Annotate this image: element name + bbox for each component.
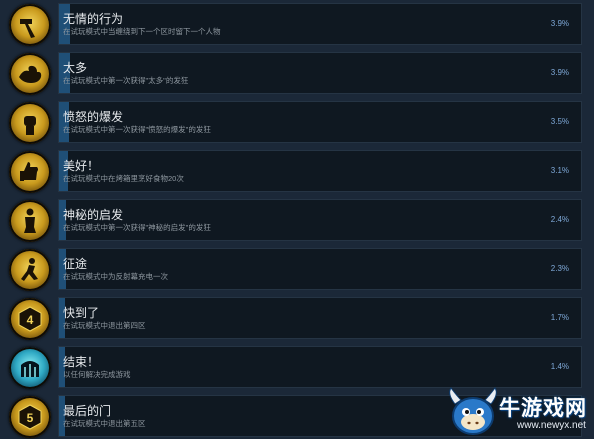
running-figure-icon — [9, 249, 51, 291]
achievement-description: 在试玩模式中第一次获得"太多"的发狂 — [63, 76, 189, 85]
achievement-description: 在试玩模式中为反射幕充电一次 — [63, 272, 168, 281]
achievement-card: 快到了 在试玩模式中退出第四区 1.7% — [58, 297, 582, 339]
gate-icon — [9, 347, 51, 389]
achievement-description: 在试玩模式中第一次获得"神秘的启发"的发狂 — [63, 223, 211, 232]
achievement-description: 在试玩模式中第一次获得"愤怒的爆发"的发狂 — [63, 125, 211, 134]
raised-fist-icon — [9, 102, 51, 144]
achievement-card: 太多 在试玩模式中第一次获得"太多"的发狂 3.9% — [58, 52, 582, 94]
achievement-row[interactable]: 愤怒的爆发 在试玩模式中第一次获得"愤怒的爆发"的发狂 3.5% — [6, 101, 582, 144]
site-watermark: 牛游戏网 www.newyx.net — [445, 386, 594, 439]
achievement-title: 太多 — [63, 61, 88, 75]
unlock-percentage: 2.3% — [550, 264, 569, 273]
achievement-row[interactable]: 神秘的启发 在试玩模式中第一次获得"神秘的启发"的发狂 2.4% — [6, 199, 582, 242]
zone-4-badge-icon: 4 — [9, 298, 51, 340]
achievement-title: 最后的门 — [63, 404, 112, 418]
achievement-title: 神秘的启发 — [63, 208, 124, 222]
achievement-card: 愤怒的爆发 在试玩模式中第一次获得"愤怒的爆发"的发狂 3.5% — [58, 101, 582, 143]
achievement-card: 美好！ 在试玩模式中在烤箱里烹好食物20次 3.1% — [58, 150, 582, 192]
achievement-description: 在试玩模式中在烤箱里烹好食物20次 — [63, 174, 184, 183]
achievement-title: 征途 — [63, 257, 88, 271]
achievement-description: 在试玩模式中当缠绕到下一个区时留下一个人物 — [63, 27, 221, 36]
achievement-description: 在试玩模式中退出第四区 — [63, 321, 146, 330]
achievement-title: 快到了 — [63, 306, 100, 320]
achievement-row[interactable]: 4 快到了 在试玩模式中退出第四区 1.7% — [6, 297, 582, 340]
thumbs-up-icon — [9, 151, 51, 193]
svg-text:5: 5 — [27, 411, 34, 425]
achievement-title: 结束！ — [63, 355, 100, 369]
svg-text:4: 4 — [27, 313, 34, 327]
unlock-percentage: 3.5% — [550, 117, 569, 126]
unlock-percentage: 3.9% — [550, 68, 569, 77]
achievement-row[interactable]: 无情的行为 在试玩模式中当缠绕到下一个区时留下一个人物 3.9% — [6, 3, 582, 46]
unlock-percentage: 2.4% — [550, 215, 569, 224]
unlock-percentage: 1.4% — [550, 362, 569, 371]
achievement-card: 征途 在试玩模式中为反射幕充电一次 2.3% — [58, 248, 582, 290]
unlock-percentage: 3.9% — [550, 19, 569, 28]
watermark-name: 牛游戏网 — [499, 397, 587, 420]
zone-5-badge-icon: 5 — [9, 396, 51, 438]
achievement-title: 无情的行为 — [63, 12, 124, 26]
figure-icon — [9, 200, 51, 242]
achievement-card: 无情的行为 在试玩模式中当缠绕到下一个区时留下一个人物 3.9% — [58, 3, 582, 45]
unlock-percentage: 3.1% — [550, 166, 569, 175]
achievement-description: 在试玩模式中退出第五区 — [63, 419, 146, 428]
achievement-description: 以任何解决完成游戏 — [63, 370, 131, 379]
achievement-row[interactable]: 结束！ 以任何解决完成游戏 1.4% — [6, 346, 582, 389]
achievement-row[interactable]: 征途 在试玩模式中为反射幕充电一次 2.3% — [6, 248, 582, 291]
achievement-row[interactable]: 美好！ 在试玩模式中在烤箱里烹好食物20次 3.1% — [6, 150, 582, 193]
achievement-title: 愤怒的爆发 — [63, 110, 124, 124]
achievement-card: 结束！ 以任何解决完成游戏 1.4% — [58, 346, 582, 388]
unlock-percentage: 1.7% — [550, 313, 569, 322]
achievement-title: 美好！ — [63, 159, 100, 173]
watermark-url: www.newyx.net — [517, 420, 586, 431]
grabbing-hands-icon — [9, 53, 51, 95]
hammer-icon — [9, 4, 51, 46]
achievement-card: 神秘的启发 在试玩模式中第一次获得"神秘的启发"的发狂 2.4% — [58, 199, 582, 241]
achievement-row[interactable]: 太多 在试玩模式中第一次获得"太多"的发狂 3.9% — [6, 52, 582, 95]
bull-mascot-logo — [449, 387, 497, 435]
